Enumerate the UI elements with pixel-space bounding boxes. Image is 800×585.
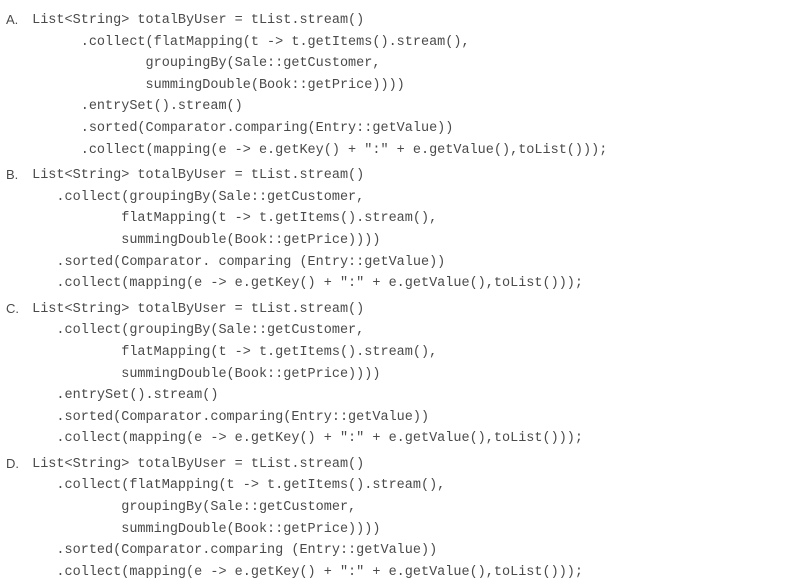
code-line: .collect(flatMapping(t -> t.getItems().s… bbox=[32, 32, 607, 54]
code-line: .collect(mapping(e -> e.getKey() + ":" +… bbox=[32, 428, 583, 450]
code-line: flatMapping(t -> t.getItems().stream(), bbox=[32, 208, 583, 230]
code-line: .collect(groupingBy(Sale::getCustomer, bbox=[32, 320, 583, 342]
option-label: A. bbox=[6, 10, 24, 31]
code-line: List<String> totalByUser = tList.stream(… bbox=[32, 454, 583, 476]
code-block: List<String> totalByUser = tList.stream(… bbox=[32, 10, 607, 161]
code-line: summingDouble(Book::getPrice)))) bbox=[32, 75, 607, 97]
code-block: List<String> totalByUser = tList.stream(… bbox=[32, 165, 583, 295]
code-line: .sorted(Comparator.comparing(Entry::getV… bbox=[32, 118, 607, 140]
code-line: List<String> totalByUser = tList.stream(… bbox=[32, 165, 583, 187]
code-line: summingDouble(Book::getPrice)))) bbox=[32, 230, 583, 252]
code-line: summingDouble(Book::getPrice)))) bbox=[32, 364, 583, 386]
code-line: List<String> totalByUser = tList.stream(… bbox=[32, 10, 607, 32]
code-line: .collect(mapping(e -> e.getKey() + ":" +… bbox=[32, 140, 607, 162]
code-line: groupingBy(Sale::getCustomer, bbox=[32, 497, 583, 519]
code-line: .sorted(Comparator.comparing(Entry::getV… bbox=[32, 407, 583, 429]
code-line: summingDouble(Book::getPrice)))) bbox=[32, 519, 583, 541]
code-block: List<String> totalByUser = tList.stream(… bbox=[32, 299, 583, 450]
option-b: B. List<String> totalByUser = tList.stre… bbox=[6, 165, 794, 295]
code-line: flatMapping(t -> t.getItems().stream(), bbox=[32, 342, 583, 364]
code-line: .collect(flatMapping(t -> t.getItems().s… bbox=[32, 475, 583, 497]
option-label: D. bbox=[6, 454, 24, 475]
code-line: .entrySet().stream() bbox=[32, 96, 607, 118]
code-line: groupingBy(Sale::getCustomer, bbox=[32, 53, 607, 75]
option-c: C. List<String> totalByUser = tList.stre… bbox=[6, 299, 794, 450]
option-label: B. bbox=[6, 165, 24, 186]
code-line: .sorted(Comparator.comparing (Entry::get… bbox=[32, 540, 583, 562]
option-d: D. List<String> totalByUser = tList.stre… bbox=[6, 454, 794, 584]
code-line: .entrySet().stream() bbox=[32, 385, 583, 407]
option-a: A. List<String> totalByUser = tList.stre… bbox=[6, 10, 794, 161]
option-label: C. bbox=[6, 299, 24, 320]
code-line: .collect(mapping(e -> e.getKey() + ":" +… bbox=[32, 562, 583, 584]
code-line: .collect(groupingBy(Sale::getCustomer, bbox=[32, 187, 583, 209]
code-line: List<String> totalByUser = tList.stream(… bbox=[32, 299, 583, 321]
code-block: List<String> totalByUser = tList.stream(… bbox=[32, 454, 583, 584]
code-line: .collect(mapping(e -> e.getKey() + ":" +… bbox=[32, 273, 583, 295]
code-line: .sorted(Comparator. comparing (Entry::ge… bbox=[32, 252, 583, 274]
